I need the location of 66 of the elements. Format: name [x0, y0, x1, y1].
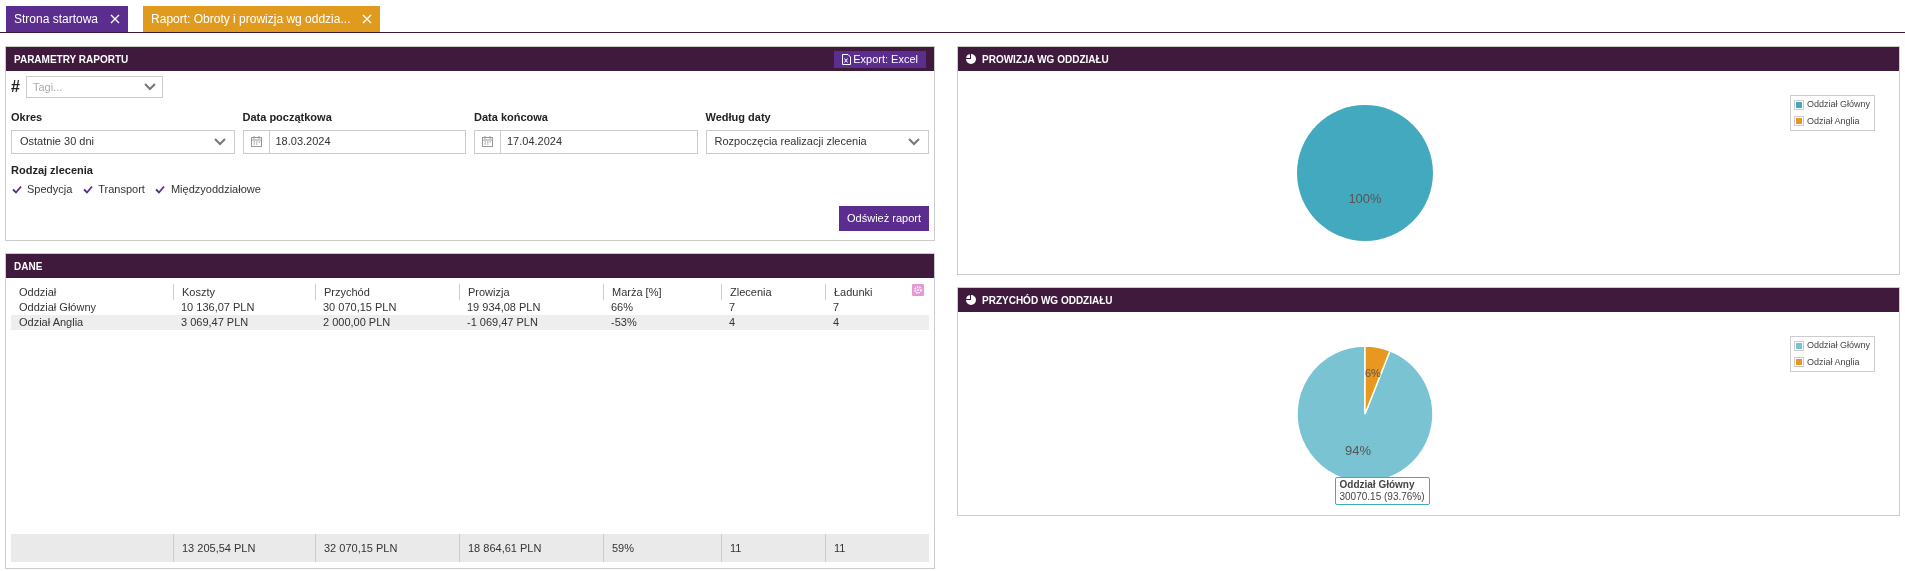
table-cell-text: 66%: [610, 300, 635, 315]
close-icon[interactable]: [110, 14, 121, 24]
total-cell-text: 11: [730, 540, 742, 556]
date-field[interactable]: 18.03.2024: [242, 129, 466, 154]
slice-label: 94%: [1344, 442, 1371, 458]
select-field[interactable]: Ostatnie 30 dni: [11, 129, 235, 154]
column-header[interactable]: Prowizja: [459, 284, 603, 300]
checkbox-label: Transport: [98, 182, 145, 197]
column-header[interactable]: Koszty: [173, 284, 315, 300]
tooltip-title: Oddział Główny: [1339, 479, 1416, 491]
table-cell-text: 19 934,08 PLN: [466, 300, 542, 315]
table-cell-text: Oddział Główny: [18, 300, 98, 315]
column-header[interactable]: Przychód: [315, 284, 459, 300]
select-field[interactable]: Rozpoczęcia realizacji zlecenia: [705, 129, 929, 154]
column-header[interactable]: Oddział: [11, 284, 173, 300]
checkbox-label: Międzyoddziałowe: [170, 182, 261, 197]
pie-chart-icon: [966, 54, 976, 64]
panel-title: PROWIZJA WG ODDZIAŁU: [982, 52, 1109, 67]
export-button[interactable]: Export: Excel: [834, 50, 926, 68]
table-cell-text: -53%: [610, 315, 638, 330]
total-cell-text: 59%: [612, 540, 635, 556]
total-cell-text: 11: [834, 540, 846, 556]
slice-label: 100%: [1347, 191, 1382, 206]
chevron-down-icon: [143, 83, 156, 91]
field-label: Data początkowa: [242, 110, 333, 125]
checkbox[interactable]: [11, 183, 22, 195]
table-cell-text: 7: [728, 300, 737, 315]
pie-chart-icon: [966, 295, 976, 305]
field-label: Data końcowa: [474, 110, 549, 125]
tooltip-value: 30070.15 (93.76%): [1339, 491, 1425, 503]
legend-label: Odział Anglia: [1806, 355, 1860, 369]
panel-title: DANE: [14, 259, 43, 274]
table-cell-text: 3 069,47 PLN: [180, 315, 250, 330]
column-header[interactable]: Marża [%]: [603, 284, 721, 300]
date-field[interactable]: 17.04.2024: [474, 129, 698, 154]
checkbox[interactable]: [154, 183, 166, 195]
field-label: Według daty: [705, 110, 772, 125]
chevron-down-icon: [213, 137, 226, 146]
section-label: Rodzaj zlecenia: [11, 162, 94, 178]
table-cell-text: 2 000,00 PLN: [322, 315, 392, 330]
field-label: Okres: [11, 110, 44, 125]
excel-file-icon: [842, 53, 852, 65]
refresh-button[interactable]: Odśwież raport: [839, 205, 929, 231]
table-cell-text: 10 136,07 PLN: [180, 300, 256, 315]
calendar-icon: [250, 136, 262, 147]
table-cell-text: 4: [728, 315, 737, 330]
checkbox-label: Spedycja: [27, 182, 73, 197]
hash-label: #: [11, 77, 20, 97]
legend-label: Odział Anglia: [1806, 114, 1860, 128]
table-cell-text: 4: [832, 315, 841, 330]
table-cell-text: Odział Anglia: [18, 315, 85, 330]
panel-title: PRZYCHÓD WG ODDZIAŁU: [982, 293, 1113, 308]
table-cell-text: -1 069,47 PLN: [466, 315, 539, 330]
calendar-icon: [482, 136, 493, 147]
tab[interactable]: Strona startowa: [6, 6, 129, 32]
total-cell-text: 18 864,61 PLN: [468, 540, 542, 556]
table-cell-text: 7: [832, 300, 841, 315]
legend-label: Oddział Główny: [1806, 339, 1870, 352]
table-cell-text: 30 070,15 PLN: [322, 300, 398, 315]
chevron-down-icon: [908, 137, 920, 146]
total-cell-text: 32 070,15 PLN: [324, 540, 398, 556]
total-cell-text: 13 205,54 PLN: [182, 540, 256, 556]
checkbox[interactable]: [82, 183, 94, 195]
panel-title: PARAMETRY RAPORTU: [14, 52, 129, 67]
column-header[interactable]: Zlecenia: [721, 284, 825, 300]
legend-label: Oddział Główny: [1806, 98, 1870, 111]
